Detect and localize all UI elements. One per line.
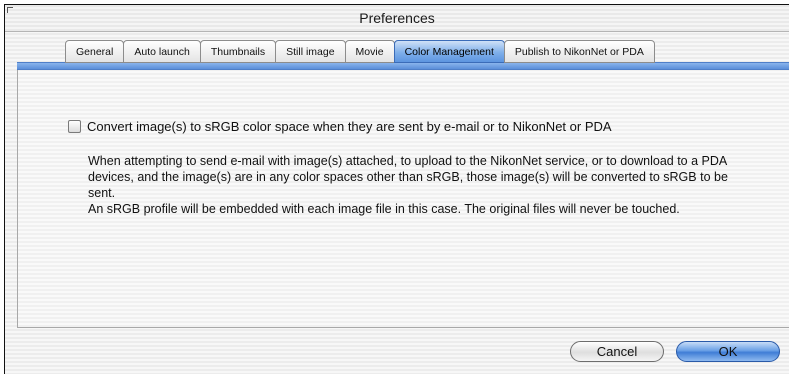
description-paragraph-2: An sRGB profile will be embedded with ea… bbox=[88, 202, 680, 216]
convert-srgb-label: Convert image(s) to sRGB color space whe… bbox=[87, 119, 612, 134]
tab-color-management[interactable]: Color Management bbox=[393, 40, 505, 63]
tab-movie[interactable]: Movie bbox=[344, 40, 395, 63]
tab-still-image[interactable]: Still image bbox=[275, 40, 346, 63]
convert-srgb-checkbox[interactable] bbox=[68, 120, 81, 133]
tab-general[interactable]: General bbox=[65, 40, 125, 63]
tab-publish[interactable]: Publish to NikonNet or PDA bbox=[503, 40, 655, 63]
color-management-panel: Convert image(s) to sRGB color space whe… bbox=[17, 69, 789, 328]
convert-srgb-option[interactable]: Convert image(s) to sRGB color space whe… bbox=[68, 119, 612, 134]
description-text: When attempting to send e-mail with imag… bbox=[88, 153, 748, 217]
tab-thumbnails[interactable]: Thumbnails bbox=[199, 40, 277, 63]
ok-button[interactable]: OK bbox=[676, 341, 780, 362]
window-corner-icon bbox=[7, 7, 13, 13]
tab-auto-launch[interactable]: Auto launch bbox=[123, 40, 201, 63]
tab-panel-accent-bar bbox=[17, 62, 789, 70]
title-bar[interactable]: Preferences bbox=[5, 5, 789, 32]
preferences-window: Preferences General Auto launch Thumbnai… bbox=[4, 4, 789, 374]
description-paragraph-1: When attempting to send e-mail with imag… bbox=[88, 154, 728, 200]
cancel-button[interactable]: Cancel bbox=[570, 341, 664, 362]
window-title: Preferences bbox=[359, 10, 435, 26]
tab-bar: General Auto launch Thumbnails Still ima… bbox=[65, 40, 655, 63]
